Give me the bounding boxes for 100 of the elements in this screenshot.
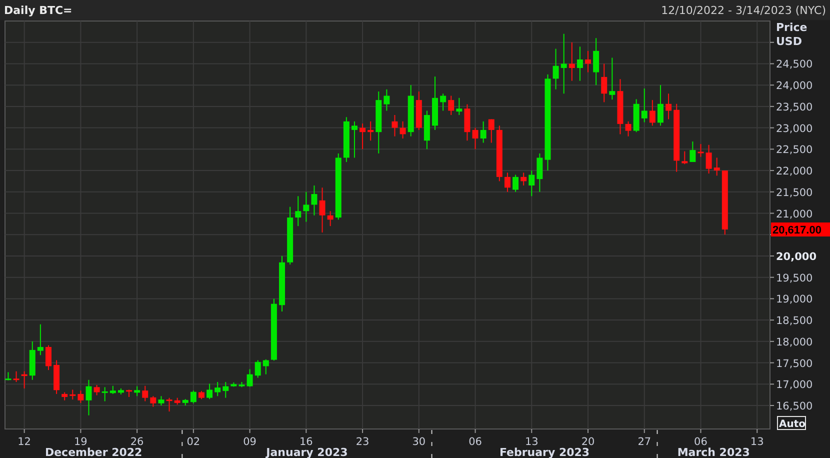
candlestick [86,379,92,416]
candlestick [238,382,245,388]
candlestick [246,368,253,388]
x-tick-label: 30 [412,436,426,448]
candlestick [666,93,672,120]
auto-button[interactable]: Auto [777,416,806,430]
candlestick [416,91,422,130]
last-price-badge: 20,617.00 [771,222,830,236]
y-tick-label: 21,500 [776,186,813,199]
candlestick [182,398,188,406]
candlestick [448,95,454,116]
candlestick [295,196,302,227]
y-tick-label: 22,000 [776,166,813,178]
candlestick [94,384,100,396]
y-tick-label: 24,000 [776,80,813,92]
candlestick [432,76,438,130]
x-tick-label: 26 [130,436,144,448]
candlestick [351,120,358,158]
candlestick [641,88,648,123]
candlestick [674,103,680,172]
candlestick [45,344,52,371]
candlestick [150,396,156,408]
candlestick [21,370,28,389]
candlestick [279,255,285,312]
candlestick [408,84,414,137]
candlestick [552,48,559,90]
candlestick [601,63,608,103]
candlestick [424,110,430,150]
axis-title: Price USD [776,21,808,48]
date-range: 12/10/2022 - 3/14/2023 (NYC) [661,4,826,16]
y-tick-label: 18,000 [776,336,813,348]
candlestick [504,172,510,192]
candlestick [585,50,591,73]
x-tick-label: 06 [694,436,708,448]
x-tick-label: 02 [186,436,200,448]
candlestick [698,144,704,158]
x-tick-label: 09 [243,436,256,448]
candlestick [480,120,486,144]
y-tick-label: 17,000 [776,379,813,392]
candlestick [706,144,712,174]
candlestick [464,104,470,142]
x-tick-label: 19 [74,436,88,448]
candlestick [29,340,36,380]
month-label: February 2023 [499,446,590,458]
x-tick-label: 27 [638,436,652,448]
chart-title: Daily BTC= [4,4,72,16]
candlestick [222,382,229,398]
x-tick-label: 23 [356,436,370,448]
candlestick [319,187,326,233]
candlestick [311,184,318,216]
y-tick-label: 22,500 [776,144,813,156]
candlestick [158,396,164,406]
candlestick [126,389,132,398]
candlestick [617,78,624,135]
candlestick [78,390,84,404]
candlestick [536,152,543,192]
candlestick [633,98,640,133]
candlestick [625,120,632,137]
candlestick [190,390,196,404]
candlestick [593,38,600,86]
candlestick [657,84,664,126]
candlestick [456,97,462,116]
candlestick [5,372,12,381]
candlestick [206,383,213,400]
candlestick [142,385,148,402]
candlestick [13,370,20,382]
candlestick [528,170,535,197]
candlestick [303,191,310,222]
candlestick [70,389,76,400]
candlestick [102,386,108,402]
candlestick [400,120,406,139]
x-tick-label: 13 [750,436,764,448]
x-tick-label: 13 [524,436,538,448]
candlestick [488,118,494,144]
candlestick [440,93,446,112]
candlestick [568,42,575,82]
candlestick [230,382,237,388]
candlestick [520,172,527,186]
candlestick [682,150,688,165]
y-tick-label: 20,000 [776,250,817,263]
candlestick [110,385,116,394]
month-label: January 2023 [266,446,348,458]
y-tick-label: 19,500 [776,272,813,284]
y-tick-label: 19,000 [776,294,813,306]
x-tick-label: 06 [468,436,482,448]
candlestick [287,206,294,266]
candlestick [384,88,390,112]
candlestick [392,114,398,137]
candlestick [512,174,519,192]
candlestick [37,324,44,356]
candlestick [174,397,180,406]
candlestick [609,57,616,100]
y-tick-label: 24,500 [776,58,813,71]
candlestick [472,127,478,150]
y-tick-label: 18,500 [776,315,813,328]
x-tick-label: 12 [18,436,32,448]
candlestick [360,123,366,150]
candlestick [166,397,172,412]
candlestick [262,358,269,375]
candlestick [714,157,720,176]
